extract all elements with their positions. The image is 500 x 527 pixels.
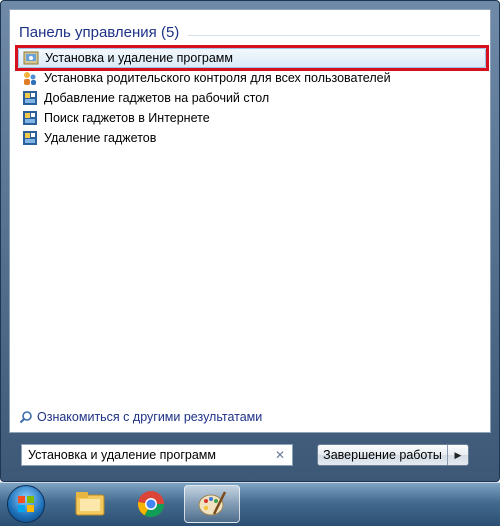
clear-search-icon[interactable]: ✕ <box>275 448 285 462</box>
gadgets-icon <box>23 111 37 125</box>
section-divider <box>188 35 480 36</box>
more-results-label: Ознакомиться с другими результатами <box>37 410 263 424</box>
search-value: Установка и удаление программ <box>28 448 216 462</box>
search-input[interactable]: Установка и удаление программ ✕ <box>21 444 293 466</box>
taskbar-paint[interactable] <box>184 485 240 523</box>
result-label: Установка родительского контроля для все… <box>44 71 391 85</box>
programs-features-icon <box>23 51 39 65</box>
start-button[interactable] <box>7 485 45 523</box>
section-heading[interactable]: Панель управления (5) <box>19 24 179 41</box>
folder-icon <box>75 492 105 516</box>
result-item-add-gadgets[interactable]: Добавление гаджетов на рабочий стол <box>18 88 486 108</box>
gadgets-icon <box>23 91 37 105</box>
gadgets-icon <box>23 131 37 145</box>
result-label: Установка и удаление программ <box>45 51 233 65</box>
result-item-programs[interactable]: Установка и удаление программ <box>15 45 489 71</box>
taskbar-file-explorer[interactable] <box>62 485 118 523</box>
shutdown-button[interactable]: Завершение работы ▶ <box>317 444 469 466</box>
search-results-panel: Панель управления (5) Установка и удален… <box>9 9 491 433</box>
result-label: Удаление гаджетов <box>44 131 157 145</box>
result-label: Поиск гаджетов в Интернете <box>44 111 210 125</box>
shutdown-label: Завершение работы <box>318 445 448 465</box>
results-list: Установка и удаление программ Установка … <box>15 45 489 148</box>
more-results-link[interactable]: Ознакомиться с другими результатами <box>19 410 262 424</box>
result-label: Добавление гаджетов на рабочий стол <box>44 91 270 105</box>
start-menu: Панель управления (5) Установка и удален… <box>0 0 500 482</box>
result-item-remove-gadgets[interactable]: Удаление гаджетов <box>18 128 486 148</box>
windows-logo-icon <box>18 496 34 512</box>
result-item-parental-controls[interactable]: Установка родительского контроля для все… <box>18 68 486 88</box>
chrome-icon <box>137 491 165 518</box>
parental-controls-icon <box>24 72 36 85</box>
palette-icon <box>198 491 227 516</box>
shutdown-options-arrow-icon[interactable]: ▶ <box>448 450 468 461</box>
search-icon <box>19 411 32 424</box>
taskbar <box>0 482 500 526</box>
result-item-find-gadgets[interactable]: Поиск гаджетов в Интернете <box>18 108 486 128</box>
taskbar-chrome[interactable] <box>123 485 179 523</box>
